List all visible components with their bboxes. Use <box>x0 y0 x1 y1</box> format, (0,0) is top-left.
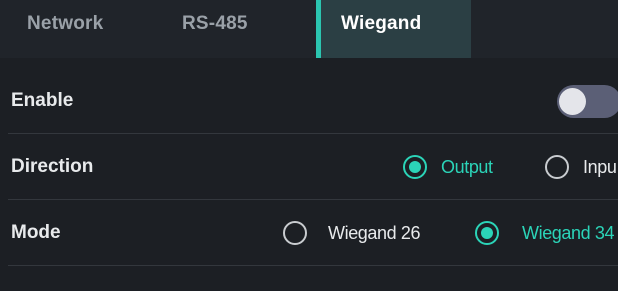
tab-network[interactable]: Network <box>0 0 160 58</box>
mode-wiegand26-label: Wiegand 26 <box>328 223 421 243</box>
radio-checked-icon <box>475 221 499 245</box>
mode-label: Mode <box>11 222 61 243</box>
tab-wiegand-label: Wiegand <box>341 13 422 34</box>
direction-input-label: Inpu <box>583 157 617 177</box>
radio-unchecked-icon <box>545 155 569 179</box>
wiegand-settings-screen: Network RS-485 Wiegand Enable Direction … <box>0 0 618 291</box>
mode-wiegand34-label: Wiegand 34 <box>522 223 615 243</box>
direction-output-label: Output <box>441 157 493 177</box>
mode-row: Mode Wiegand 26 Wiegand 34 <box>0 200 618 266</box>
tab-rs485[interactable]: RS-485 <box>160 0 316 58</box>
row-divider <box>8 265 618 266</box>
direction-row: Direction Output Inpu <box>0 134 618 200</box>
toggle-knob <box>559 88 586 115</box>
radio-unchecked-icon <box>283 221 307 245</box>
tab-wiegand[interactable]: Wiegand <box>316 0 471 58</box>
tab-rs485-label: RS-485 <box>182 13 248 34</box>
enable-toggle[interactable] <box>557 85 618 118</box>
direction-label: Direction <box>11 156 94 177</box>
radio-checked-icon <box>403 155 427 179</box>
enable-row: Enable <box>0 68 618 134</box>
tab-bar: Network RS-485 Wiegand <box>0 0 618 58</box>
enable-label: Enable <box>11 90 74 111</box>
tab-network-label: Network <box>27 13 104 34</box>
